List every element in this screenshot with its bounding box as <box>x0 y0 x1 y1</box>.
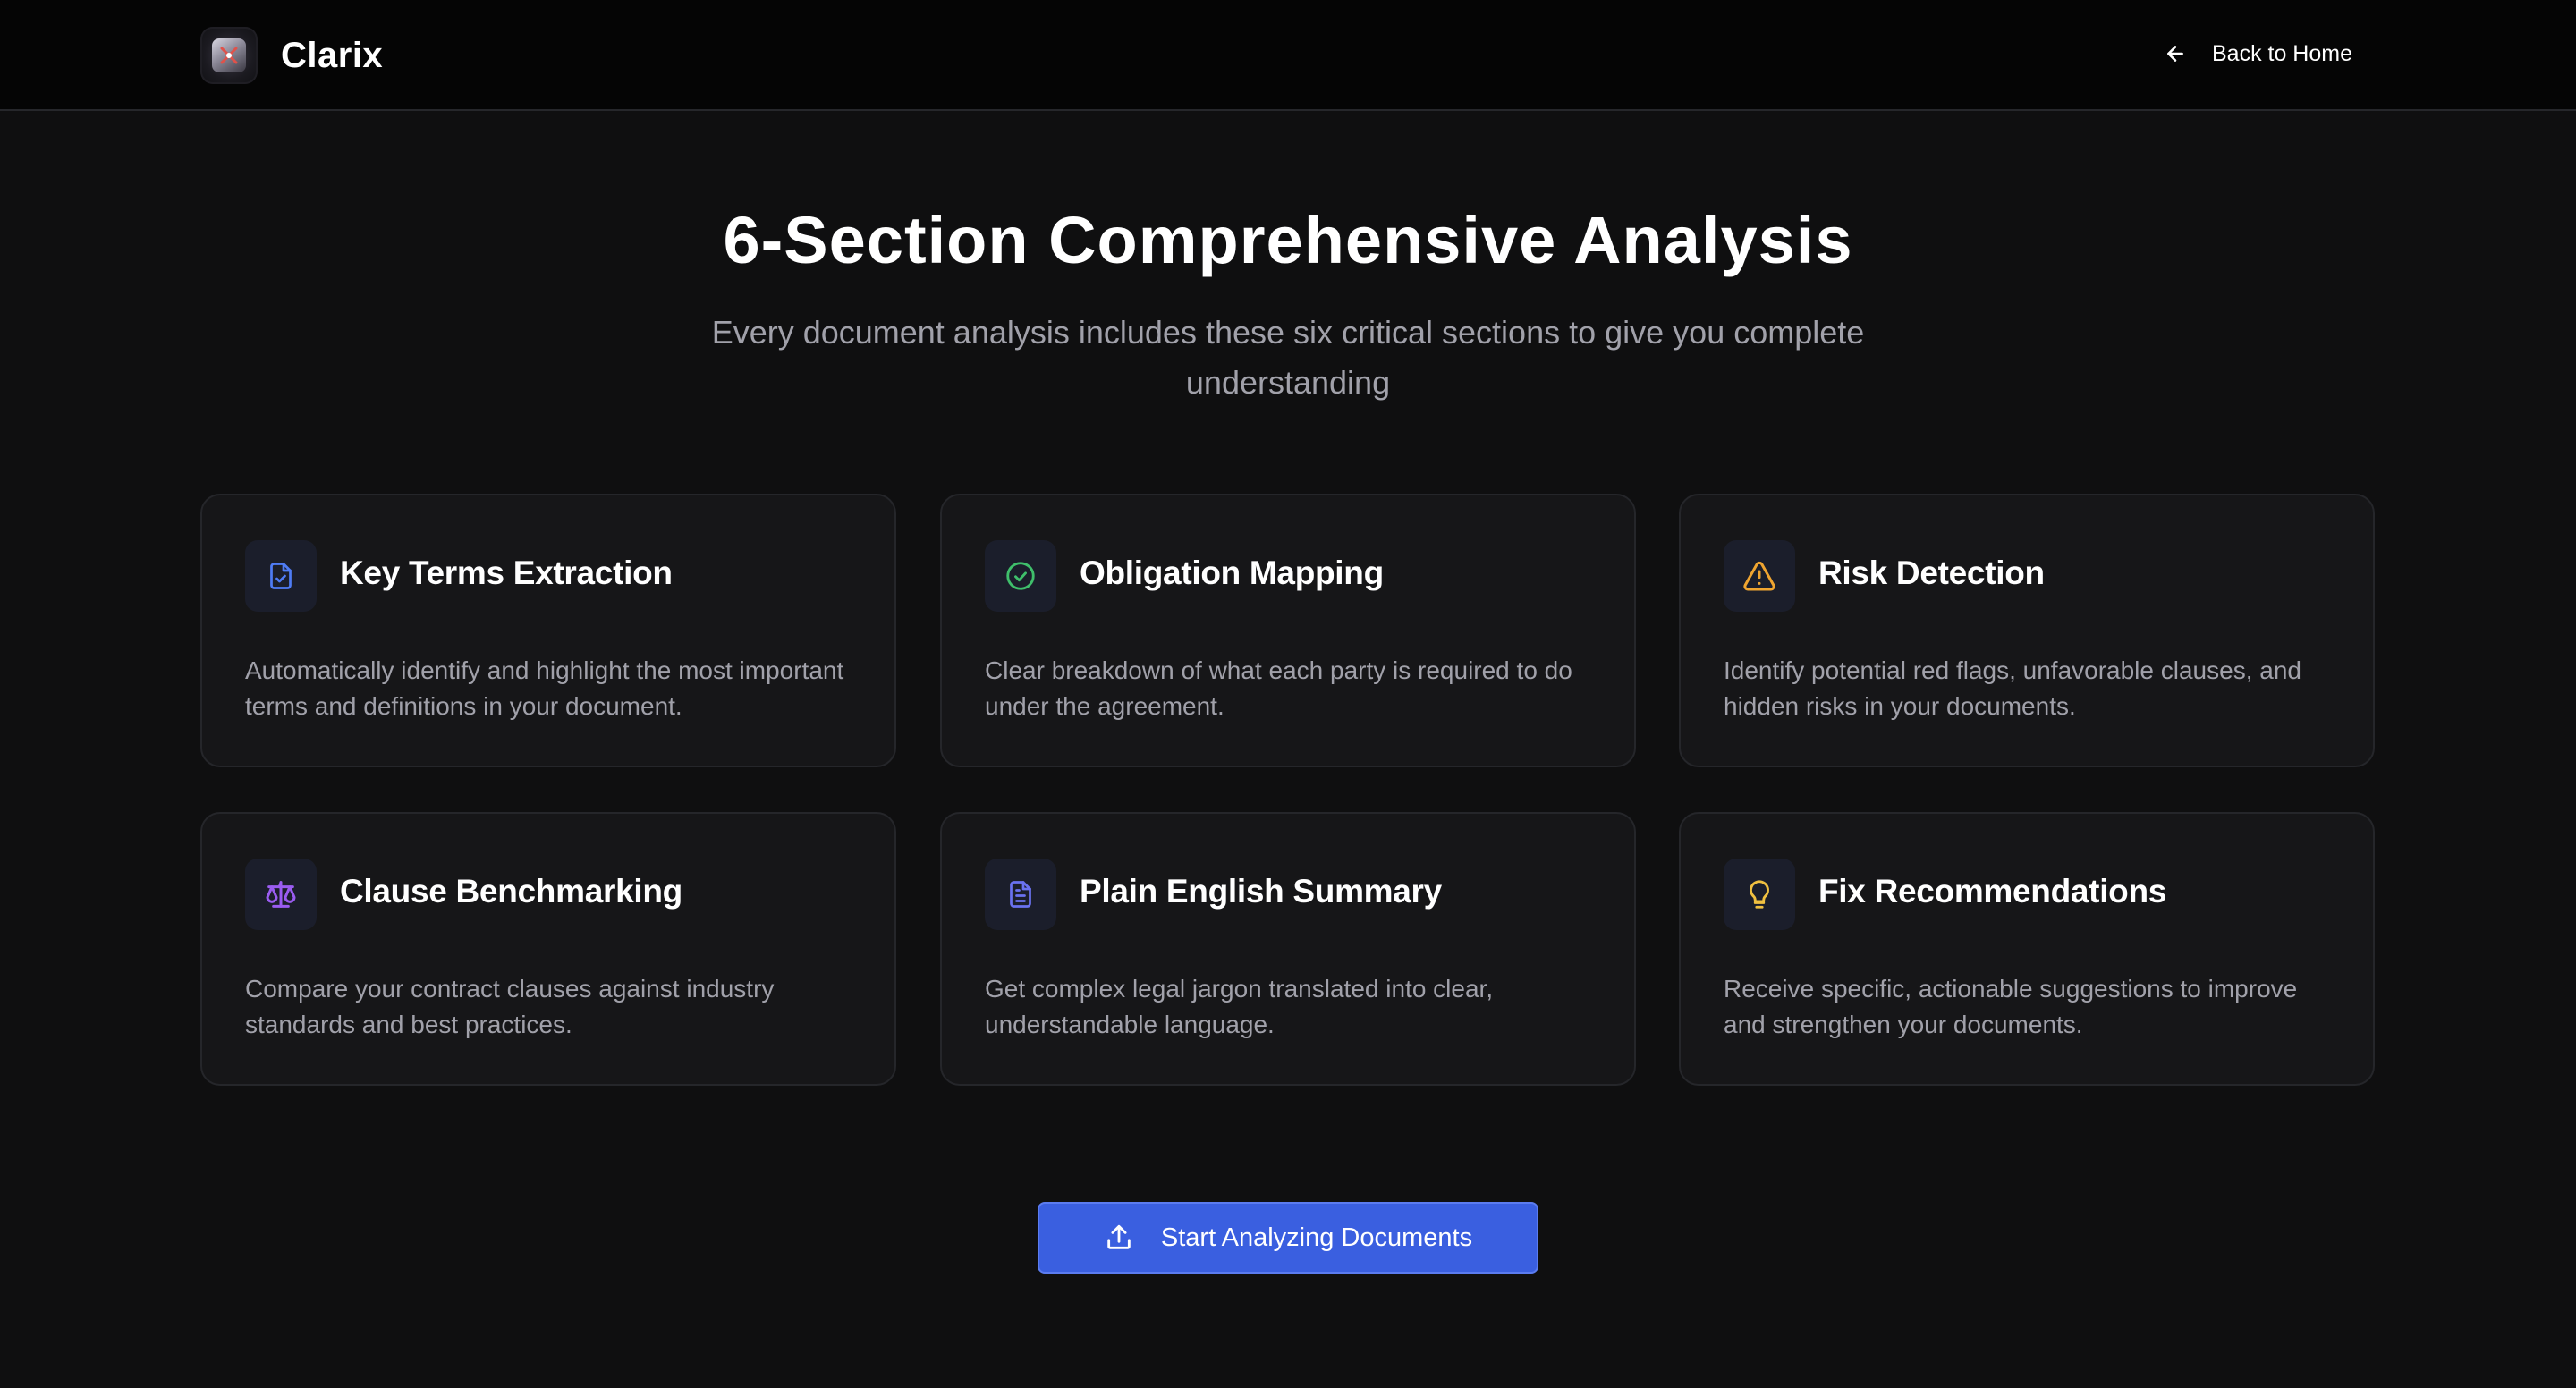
feature-card-title: Obligation Mapping <box>1080 554 1384 591</box>
feature-card-title: Key Terms Extraction <box>340 554 673 591</box>
lightbulb-icon <box>1724 859 1795 930</box>
feature-card-key-terms: Key Terms Extraction Automatically ident… <box>200 494 896 767</box>
back-to-home-link[interactable]: Back to Home <box>2164 34 2352 73</box>
back-to-home-label: Back to Home <box>2211 40 2352 66</box>
warning-triangle-icon <box>1724 540 1795 612</box>
feature-card-description: Receive specific, actionable suggestions… <box>1724 975 2298 1038</box>
document-text-icon <box>985 859 1056 930</box>
start-analyzing-label: Start Analyzing Documents <box>1160 1223 1473 1252</box>
feature-card-title: Plain English Summary <box>1080 873 1442 910</box>
page-title: 6-Section Comprehensive Analysis <box>723 203 1853 277</box>
check-circle-icon <box>985 540 1056 612</box>
scale-icon <box>245 859 317 930</box>
page-subtitle: Every document analysis includes these s… <box>711 314 1865 401</box>
top-navigation-bar: Clarix Back to Home <box>0 0 2576 111</box>
clarix-logo <box>200 27 258 84</box>
feature-card-description: Clear breakdown of what each party is re… <box>985 656 1572 720</box>
feature-card-title: Fix Recommendations <box>1818 873 2167 910</box>
feature-card-title: Clause Benchmarking <box>340 873 682 910</box>
brand[interactable]: Clarix <box>200 27 383 84</box>
feature-card-description: Automatically identify and highlight the… <box>245 656 844 720</box>
upload-icon <box>1107 1224 1131 1249</box>
feature-card-risk-detection: Risk Detection Identify potential red fl… <box>1679 494 2375 767</box>
feature-card-title: Risk Detection <box>1818 554 2045 591</box>
file-check-icon <box>245 540 317 612</box>
feature-card-plain-english-summary: Plain English Summary Get complex legal … <box>940 812 1636 1086</box>
brand-name: Clarix <box>281 35 384 75</box>
start-analyzing-button[interactable]: Start Analyzing Documents <box>1038 1202 1538 1274</box>
feature-card-description: Compare your contract clauses against in… <box>245 975 775 1038</box>
feature-card-clause-benchmarking: Clause Benchmarking Compare your contrac… <box>200 812 896 1086</box>
feature-card-description: Identify potential red flags, unfavorabl… <box>1724 656 2301 720</box>
arrow-left-icon <box>2167 46 2183 62</box>
feature-card-obligation-mapping: Obligation Mapping Clear breakdown of wh… <box>940 494 1636 767</box>
feature-card-fix-recommendations: Fix Recommendations Receive specific, ac… <box>1679 812 2375 1086</box>
feature-card-description: Get complex legal jargon translated into… <box>985 975 1494 1038</box>
